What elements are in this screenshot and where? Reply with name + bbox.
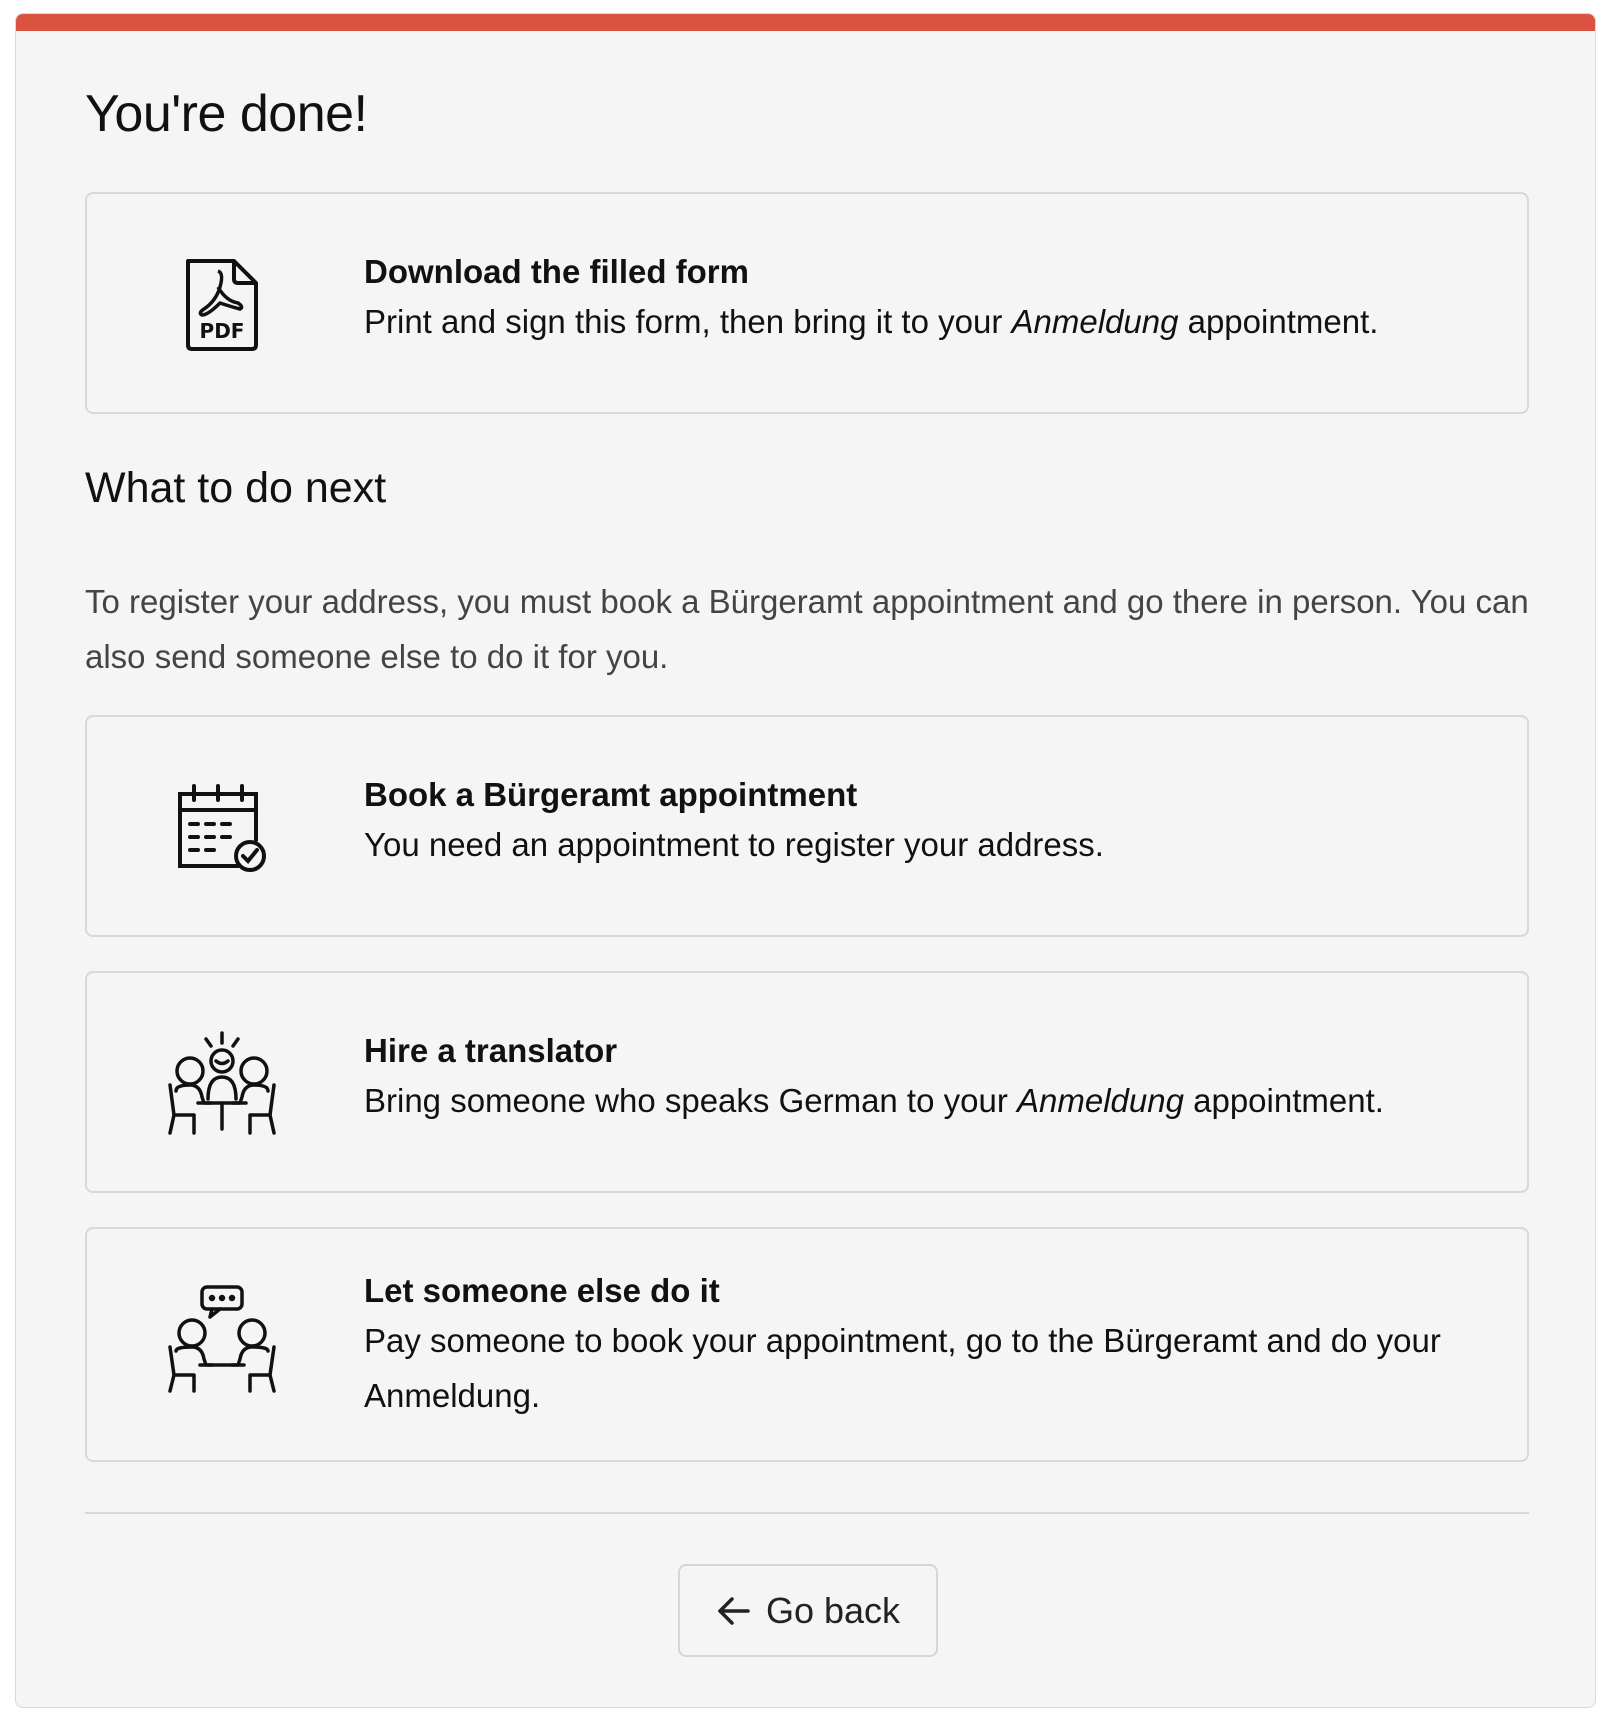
download-desc-after: appointment.	[1178, 303, 1379, 340]
someone-card-title: Let someone else do it	[364, 1272, 720, 1309]
hire-translator-card[interactable]: Hire a translator Bring someone who spea…	[85, 971, 1529, 1193]
pdf-file-icon: PDF	[157, 250, 287, 360]
next-intro-text: To register your address, you must book …	[85, 583, 1529, 675]
people-meeting-icon	[157, 1029, 287, 1139]
book-card-title: Book a Bürgeramt appointment	[364, 776, 858, 813]
svg-text:PDF: PDF	[200, 319, 245, 343]
accent-bar	[16, 14, 1595, 31]
arrow-left-icon	[716, 1596, 750, 1626]
divider	[85, 1512, 1529, 1514]
download-card-title: Download the filled form	[364, 253, 749, 290]
download-desc-emphasis: Anmeldung	[1011, 303, 1179, 340]
book-card-description: You need an appointment to register your…	[364, 826, 1104, 863]
someone-card-text: Let someone else do it Pay someone to bo…	[364, 1269, 1487, 1423]
download-desc-before: Print and sign this form, then bring it …	[364, 303, 1012, 340]
page-title: You're done!	[85, 85, 368, 143]
download-form-card[interactable]: PDF Download the filled form Print and s…	[85, 192, 1529, 414]
translator-desc-emphasis: Anmeldung	[1017, 1082, 1184, 1119]
go-back-button[interactable]: Go back	[678, 1564, 938, 1657]
book-card-text: Book a Bürgeramt appointment You need an…	[364, 773, 1487, 872]
done-panel: You're done! PDF Download the filled for…	[15, 13, 1596, 1708]
book-appointment-card[interactable]: Book a Bürgeramt appointment You need an…	[85, 715, 1529, 937]
download-card-text: Download the filled form Print and sign …	[364, 250, 1487, 349]
translator-card-title: Hire a translator	[364, 1032, 618, 1069]
someone-card-description: Pay someone to book your appointment, go…	[364, 1322, 1441, 1414]
calendar-check-icon	[157, 773, 287, 883]
translator-card-text: Hire a translator Bring someone who spea…	[364, 1029, 1487, 1128]
translator-desc-before: Bring someone who speaks German to your	[364, 1082, 1017, 1119]
download-card-description: Print and sign this form, then bring it …	[364, 294, 1487, 349]
people-chat-icon	[157, 1285, 287, 1395]
section-title-next: What to do next	[85, 464, 387, 512]
translator-desc-after: appointment.	[1183, 1082, 1384, 1119]
translator-card-description: Bring someone who speaks German to your …	[364, 1073, 1487, 1128]
someone-else-card[interactable]: Let someone else do it Pay someone to bo…	[85, 1227, 1529, 1462]
go-back-label: Go back	[765, 1589, 901, 1631]
